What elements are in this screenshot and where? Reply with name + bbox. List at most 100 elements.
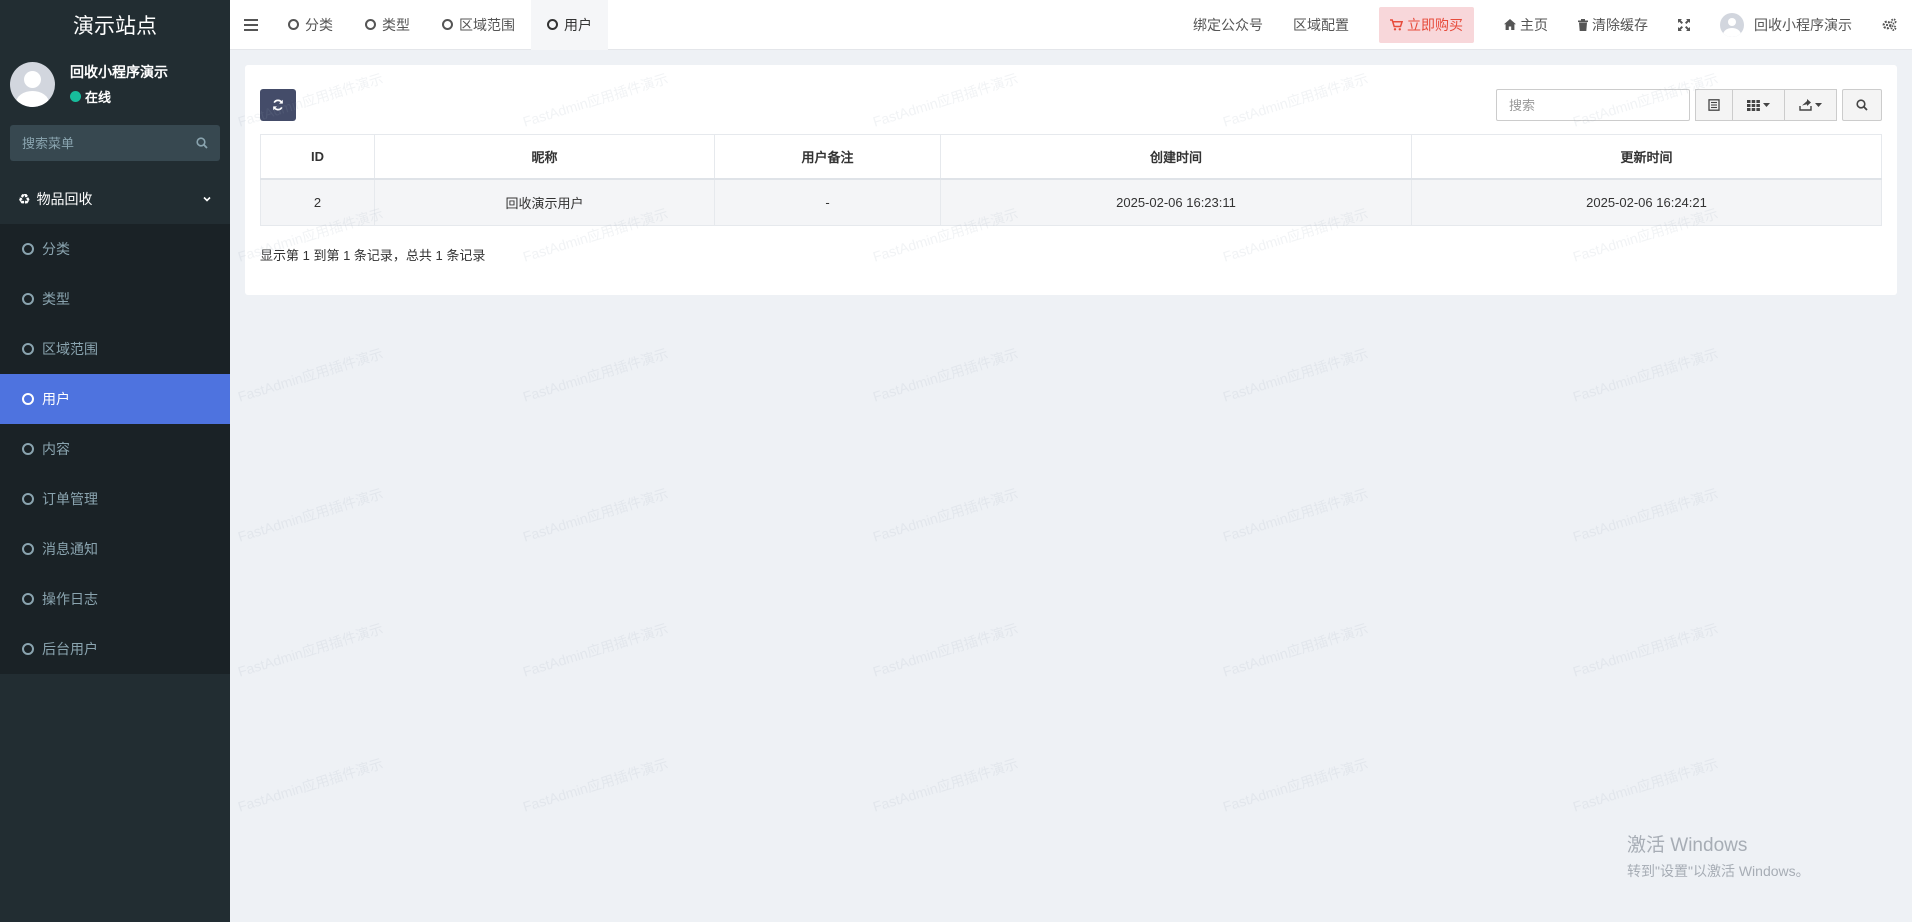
circle-icon — [22, 593, 34, 605]
user-status-text: 在线 — [85, 90, 112, 105]
circle-icon — [22, 293, 34, 305]
sidebar-item-label: 操作日志 — [42, 591, 98, 607]
menu-toggle-icon[interactable] — [230, 0, 272, 50]
table-search-input[interactable] — [1496, 89, 1690, 121]
watermark-text: FastAdmin应用插件演示 — [520, 620, 670, 680]
watermark-text: FastAdmin应用插件演示 — [1220, 620, 1370, 680]
search-icon — [1856, 99, 1868, 111]
sidebar-item-label: 区域范围 — [42, 341, 98, 357]
brand-logo[interactable]: 演示站点 — [0, 0, 230, 50]
column-header-nickname[interactable]: 昵称 — [374, 134, 715, 180]
home-label: 主页 — [1520, 16, 1548, 33]
circle-icon — [22, 243, 34, 255]
circle-icon — [288, 19, 299, 30]
sidebar-item-content[interactable]: 内容 — [0, 424, 230, 474]
sidebar-item-type[interactable]: 类型 — [0, 274, 230, 324]
sidebar-item-users[interactable]: 用户 — [0, 374, 230, 424]
watermark-text: FastAdmin应用插件演示 — [1220, 485, 1370, 545]
pagination-info: 显示第 1 到第 1 条记录，总共 1 条记录 — [260, 248, 486, 263]
table-header-row: ID 昵称 用户备注 创建时间 更新时间 — [260, 134, 1882, 180]
search-icon[interactable] — [196, 137, 208, 149]
cell-id: 2 — [260, 178, 375, 226]
watermark-text: FastAdmin应用插件演示 — [870, 755, 1020, 815]
sidebar-item-orders[interactable]: 订单管理 — [0, 474, 230, 524]
toggle-view-button[interactable] — [1695, 89, 1733, 121]
refresh-button[interactable] — [260, 89, 296, 121]
watermark-text: FastAdmin应用插件演示 — [235, 620, 385, 680]
buy-now-button[interactable]: 立即购买 — [1379, 6, 1474, 43]
export-icon — [1799, 99, 1812, 111]
online-dot-icon — [70, 91, 81, 102]
menu-search-input[interactable] — [22, 135, 172, 151]
circle-icon — [22, 393, 34, 405]
top-navbar: 分类 类型 区域范围 用户 绑定公众号 区域配置 立即购买 主页 清除缓存 回收… — [230, 0, 1912, 50]
sidebar-item-label: 内容 — [42, 441, 70, 457]
user-status: 在线 — [70, 87, 168, 106]
tab-type[interactable]: 类型 — [349, 0, 426, 50]
region-config-link[interactable]: 区域配置 — [1278, 0, 1364, 50]
cell-nickname: 回收演示用户 — [374, 178, 715, 226]
user-menu[interactable]: 回收小程序演示 — [1705, 0, 1867, 50]
circle-icon — [442, 19, 453, 30]
menu-search — [10, 125, 220, 161]
cell-remark: - — [714, 178, 941, 226]
tab-users[interactable]: 用户 — [531, 0, 608, 50]
user-menu-name: 回收小程序演示 — [1754, 16, 1852, 33]
sidebar-item-label: 分类 — [42, 241, 70, 257]
column-header-updated[interactable]: 更新时间 — [1411, 134, 1882, 180]
watermark-text: FastAdmin应用插件演示 — [1570, 345, 1720, 405]
settings-gears-icon[interactable] — [1867, 0, 1912, 50]
watermark-text: FastAdmin应用插件演示 — [870, 485, 1020, 545]
circle-icon — [22, 643, 34, 655]
watermark-text: FastAdmin应用插件演示 — [1220, 345, 1370, 405]
chevron-down-icon — [202, 194, 212, 204]
column-header-id[interactable]: ID — [260, 134, 375, 180]
circle-icon — [365, 19, 376, 30]
columns-dropdown-button[interactable] — [1733, 89, 1785, 121]
sidebar-item-category[interactable]: 分类 — [0, 224, 230, 274]
column-header-created[interactable]: 创建时间 — [940, 134, 1412, 180]
table-row[interactable]: 2 回收演示用户 - 2025-02-06 16:23:11 2025-02-0… — [260, 178, 1882, 226]
clear-cache-label: 清除缓存 — [1592, 16, 1648, 33]
table-view-buttons — [1695, 89, 1837, 121]
windows-activation-subtitle: 转到"设置"以激活 Windows。 — [1627, 863, 1810, 879]
table-search-button[interactable] — [1842, 89, 1882, 121]
tab-region[interactable]: 区域范围 — [426, 0, 531, 50]
clear-cache-link[interactable]: 清除缓存 — [1563, 0, 1663, 50]
table-toolbar — [260, 89, 1882, 121]
home-link[interactable]: 主页 — [1489, 0, 1563, 50]
tab-label: 用户 — [564, 16, 592, 33]
watermark-text: FastAdmin应用插件演示 — [870, 620, 1020, 680]
sidebar-item-label: 用户 — [42, 391, 70, 407]
cell-created: 2025-02-06 16:23:11 — [940, 178, 1412, 226]
avatar — [1720, 12, 1744, 37]
watermark-text: FastAdmin应用插件演示 — [235, 485, 385, 545]
circle-icon — [22, 543, 34, 555]
circle-icon — [22, 493, 34, 505]
sidebar-item-label: 后台用户 — [42, 641, 98, 657]
menu-group-recycle[interactable]: ♻ 物品回收 — [0, 179, 230, 219]
sidebar-item-label: 消息通知 — [42, 541, 98, 557]
sidebar-item-admins[interactable]: 后台用户 — [0, 624, 230, 674]
watermark-text: FastAdmin应用插件演示 — [235, 755, 385, 815]
buy-now-label: 立即购买 — [1407, 16, 1463, 33]
export-dropdown-button[interactable] — [1785, 89, 1837, 121]
watermark-text: FastAdmin应用插件演示 — [1570, 620, 1720, 680]
tab-label: 区域范围 — [459, 16, 515, 33]
bind-account-link[interactable]: 绑定公众号 — [1178, 0, 1278, 50]
cart-icon — [1390, 18, 1403, 31]
column-header-remark[interactable]: 用户备注 — [714, 134, 941, 180]
avatar — [10, 61, 55, 107]
tab-label: 分类 — [305, 16, 333, 33]
sidebar-item-notifications[interactable]: 消息通知 — [0, 524, 230, 574]
fullscreen-icon[interactable] — [1663, 0, 1705, 50]
tab-category[interactable]: 分类 — [272, 0, 349, 50]
caret-down-icon — [1815, 103, 1822, 107]
sidebar-item-label: 类型 — [42, 291, 70, 307]
watermark-text: FastAdmin应用插件演示 — [520, 485, 670, 545]
watermark-text: FastAdmin应用插件演示 — [870, 345, 1020, 405]
sidebar-item-logs[interactable]: 操作日志 — [0, 574, 230, 624]
sidebar-item-region[interactable]: 区域范围 — [0, 324, 230, 374]
home-icon — [1504, 19, 1516, 30]
user-panel: 回收小程序演示 在线 — [0, 50, 230, 118]
